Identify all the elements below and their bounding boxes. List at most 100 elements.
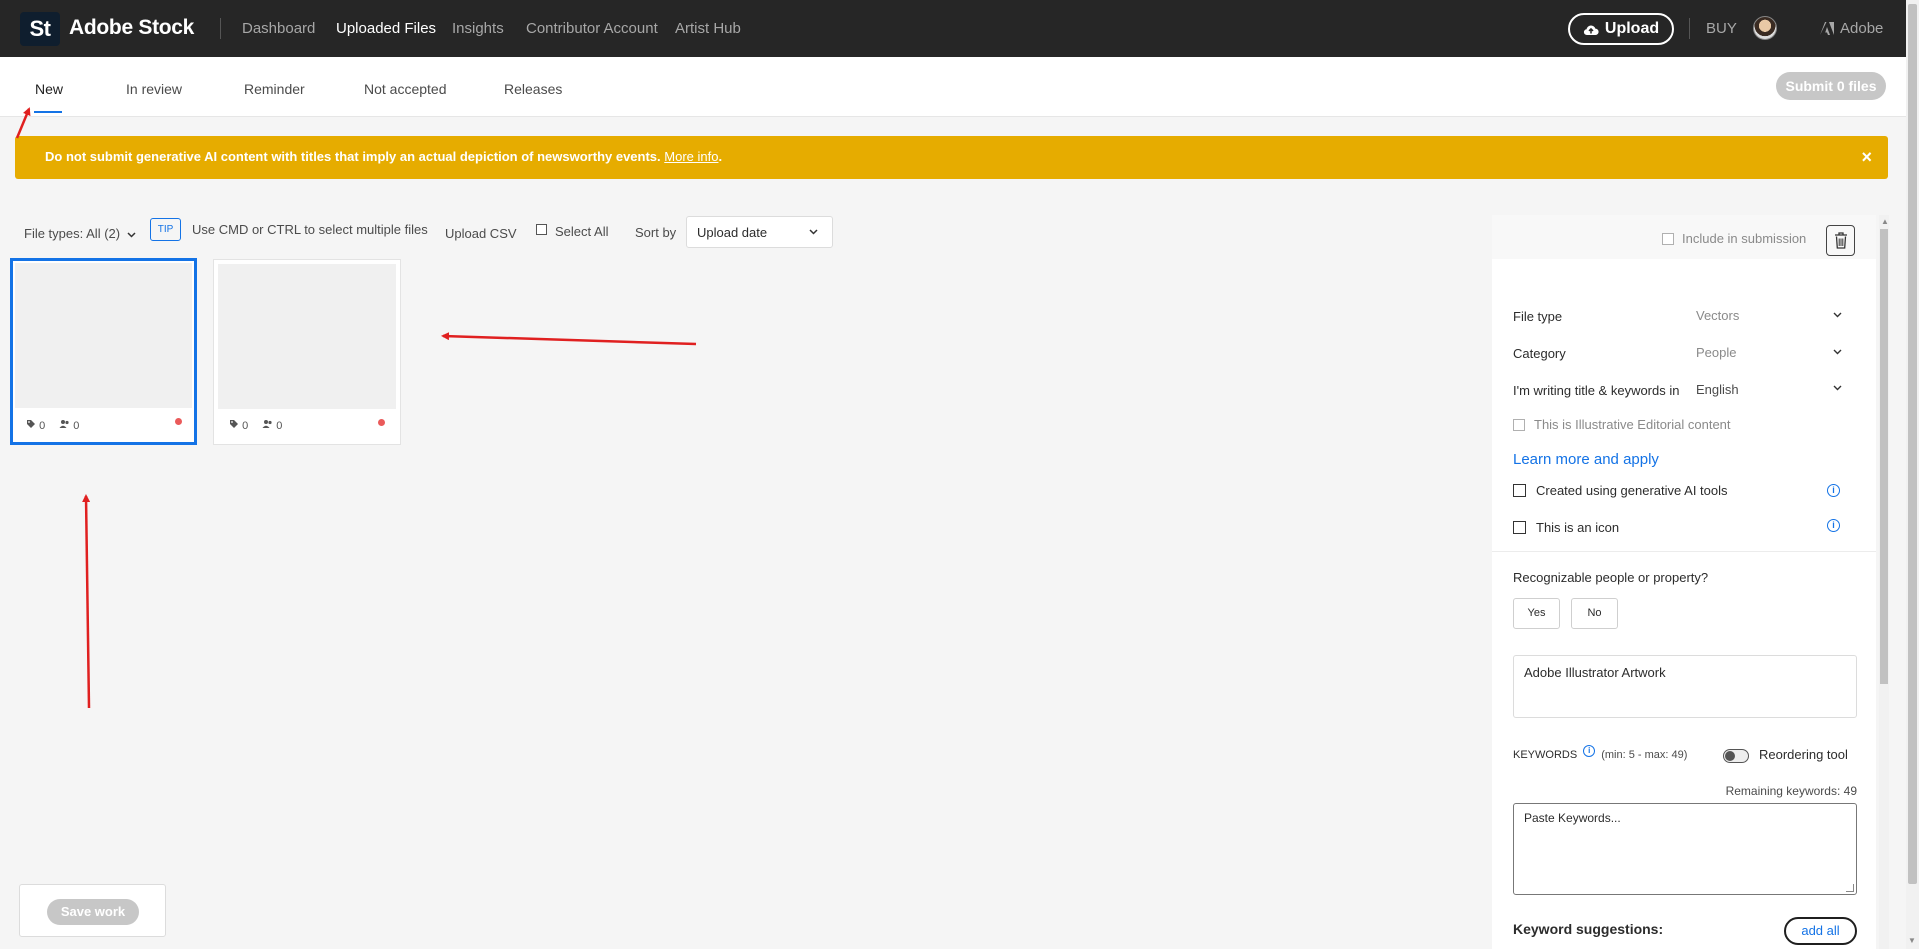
keyword-count-value: 0 bbox=[242, 420, 249, 432]
save-work-button[interactable]: Save work bbox=[47, 899, 139, 925]
more-info-link[interactable]: More info bbox=[664, 149, 718, 164]
keywords-range: (min: 5 - max: 49) bbox=[1601, 749, 1688, 761]
remaining-keywords: Remaining keywords: 49 bbox=[1725, 784, 1857, 798]
user-avatar[interactable] bbox=[1753, 16, 1777, 40]
divider bbox=[1689, 18, 1690, 39]
checkbox[interactable] bbox=[1513, 418, 1525, 431]
icon-checkbox[interactable]: This is an icon bbox=[1513, 520, 1619, 535]
file-types-dropdown[interactable]: File types: All (2) bbox=[24, 226, 136, 241]
keywords-textarea[interactable]: Paste Keywords... bbox=[1513, 803, 1857, 895]
chevron-down-icon bbox=[127, 232, 136, 238]
checkbox[interactable] bbox=[1662, 232, 1674, 245]
people-count: 0 bbox=[59, 419, 79, 432]
tab-reminder[interactable]: Reminder bbox=[244, 81, 305, 97]
learn-more-link[interactable]: Learn more and apply bbox=[1513, 451, 1659, 468]
cloud-upload-icon bbox=[1583, 25, 1599, 35]
nav-uploaded-files[interactable]: Uploaded Files bbox=[336, 20, 436, 37]
trash-icon bbox=[1834, 232, 1847, 249]
panel-header: Include in submission bbox=[1492, 215, 1876, 259]
annotation-arrow bbox=[82, 494, 91, 709]
resize-handle[interactable] bbox=[1846, 884, 1854, 892]
info-icon[interactable]: i bbox=[1827, 519, 1840, 532]
nav-contributor-account[interactable]: Contributor Account bbox=[526, 20, 658, 37]
checkbox[interactable] bbox=[1513, 484, 1526, 497]
yes-button[interactable]: Yes bbox=[1513, 598, 1560, 629]
tag-icon bbox=[27, 420, 35, 428]
nav-dashboard[interactable]: Dashboard bbox=[242, 20, 315, 37]
adobe-logo-icon bbox=[1820, 22, 1834, 35]
chevron-down-icon bbox=[1833, 346, 1842, 358]
submit-files-button[interactable]: Submit 0 files bbox=[1776, 72, 1886, 100]
banner-message: Do not submit generative AI content with… bbox=[45, 149, 722, 164]
keywords-label: KEYWORDS bbox=[1513, 749, 1578, 761]
keyword-suggestions-label: Keyword suggestions: bbox=[1513, 921, 1664, 937]
scroll-up-arrow-icon[interactable]: ▲ bbox=[1881, 217, 1889, 226]
adobe-link[interactable]: Adobe bbox=[1820, 20, 1883, 37]
include-label: Include in submission bbox=[1682, 231, 1807, 246]
select-all-checkbox[interactable]: Select All bbox=[536, 224, 608, 239]
panel-scrollbar[interactable]: ▲ bbox=[1879, 215, 1889, 949]
upload-button[interactable]: Upload bbox=[1568, 13, 1674, 45]
editorial-checkbox[interactable]: This is Illustrative Editorial content bbox=[1513, 417, 1731, 432]
nav-insights[interactable]: Insights bbox=[452, 20, 504, 37]
people-icon bbox=[59, 420, 69, 428]
buy-link[interactable]: BUY bbox=[1706, 20, 1737, 37]
upload-csv-link[interactable]: Upload CSV bbox=[445, 226, 517, 241]
category-label: Category bbox=[1513, 346, 1566, 361]
banner-suffix: . bbox=[718, 149, 723, 164]
scrollbar-thumb[interactable] bbox=[1880, 229, 1888, 684]
tab-new[interactable]: New bbox=[35, 81, 63, 97]
file-types-label: File types: All (2) bbox=[24, 226, 121, 241]
delete-button[interactable] bbox=[1826, 225, 1855, 256]
adobe-label: Adobe bbox=[1840, 20, 1884, 37]
tab-not-accepted[interactable]: Not accepted bbox=[364, 81, 447, 97]
editorial-label: This is Illustrative Editorial content bbox=[1534, 417, 1731, 432]
tab-releases[interactable]: Releases bbox=[504, 81, 562, 97]
status-dot bbox=[175, 418, 182, 425]
divider bbox=[1492, 551, 1876, 552]
sort-select[interactable]: Upload date bbox=[686, 216, 833, 248]
scrollbar-thumb[interactable] bbox=[1908, 4, 1917, 884]
tip-text: Use CMD or CTRL to select multiple files bbox=[192, 222, 428, 237]
tag-icon bbox=[230, 420, 238, 428]
tab-in-review[interactable]: In review bbox=[126, 81, 182, 97]
add-all-button[interactable]: add all bbox=[1784, 917, 1857, 945]
brand-name[interactable]: Adobe Stock bbox=[69, 16, 194, 40]
checkbox[interactable] bbox=[536, 224, 547, 235]
file-thumbnail[interactable]: 0 0 bbox=[10, 258, 197, 445]
recognizable-people-label: Recognizable people or property? bbox=[1513, 570, 1709, 585]
file-details-panel: Include in submission File type Vectors … bbox=[1492, 215, 1876, 949]
close-icon[interactable]: × bbox=[1861, 147, 1872, 168]
people-count-value: 0 bbox=[73, 420, 80, 432]
info-icon[interactable]: i bbox=[1583, 745, 1596, 757]
sort-by-label: Sort by bbox=[635, 225, 677, 240]
status-dot bbox=[378, 419, 385, 426]
select-all-label: Select All bbox=[555, 224, 609, 239]
file-thumbnail[interactable]: 0 0 bbox=[213, 259, 401, 445]
file-type-label: File type bbox=[1513, 309, 1563, 324]
title-input[interactable]: Adobe Illustrator Artwork bbox=[1513, 655, 1857, 718]
keywords-header: KEYWORDS i (min: 5 - max: 49) bbox=[1513, 745, 1688, 761]
reordering-toggle[interactable] bbox=[1723, 749, 1749, 763]
scroll-down-arrow-icon[interactable]: ▼ bbox=[1908, 936, 1916, 945]
thumbnail-image bbox=[15, 263, 192, 408]
people-icon bbox=[262, 420, 272, 428]
no-button[interactable]: No bbox=[1571, 598, 1618, 629]
category-select[interactable]: People bbox=[1696, 345, 1846, 360]
file-type-select[interactable]: Vectors bbox=[1696, 308, 1846, 323]
icon-label: This is an icon bbox=[1536, 520, 1620, 535]
nav-artist-hub[interactable]: Artist Hub bbox=[675, 20, 741, 37]
checkbox[interactable] bbox=[1513, 521, 1526, 534]
page-scrollbar[interactable]: ▼ bbox=[1906, 0, 1919, 949]
divider bbox=[220, 18, 221, 39]
keyword-count: 0 bbox=[229, 419, 248, 432]
chevron-down-icon bbox=[1833, 382, 1842, 394]
keyword-count-value: 0 bbox=[39, 420, 46, 432]
keyword-count: 0 bbox=[26, 419, 45, 432]
info-icon[interactable]: i bbox=[1827, 484, 1840, 497]
adobe-stock-logo[interactable]: St bbox=[20, 12, 60, 46]
thumbnail-stats: 0 0 bbox=[26, 419, 79, 432]
generative-ai-checkbox[interactable]: Created using generative AI tools bbox=[1513, 483, 1728, 498]
language-select[interactable]: English bbox=[1696, 382, 1846, 397]
include-in-submission-checkbox[interactable]: Include in submission bbox=[1662, 231, 1806, 246]
